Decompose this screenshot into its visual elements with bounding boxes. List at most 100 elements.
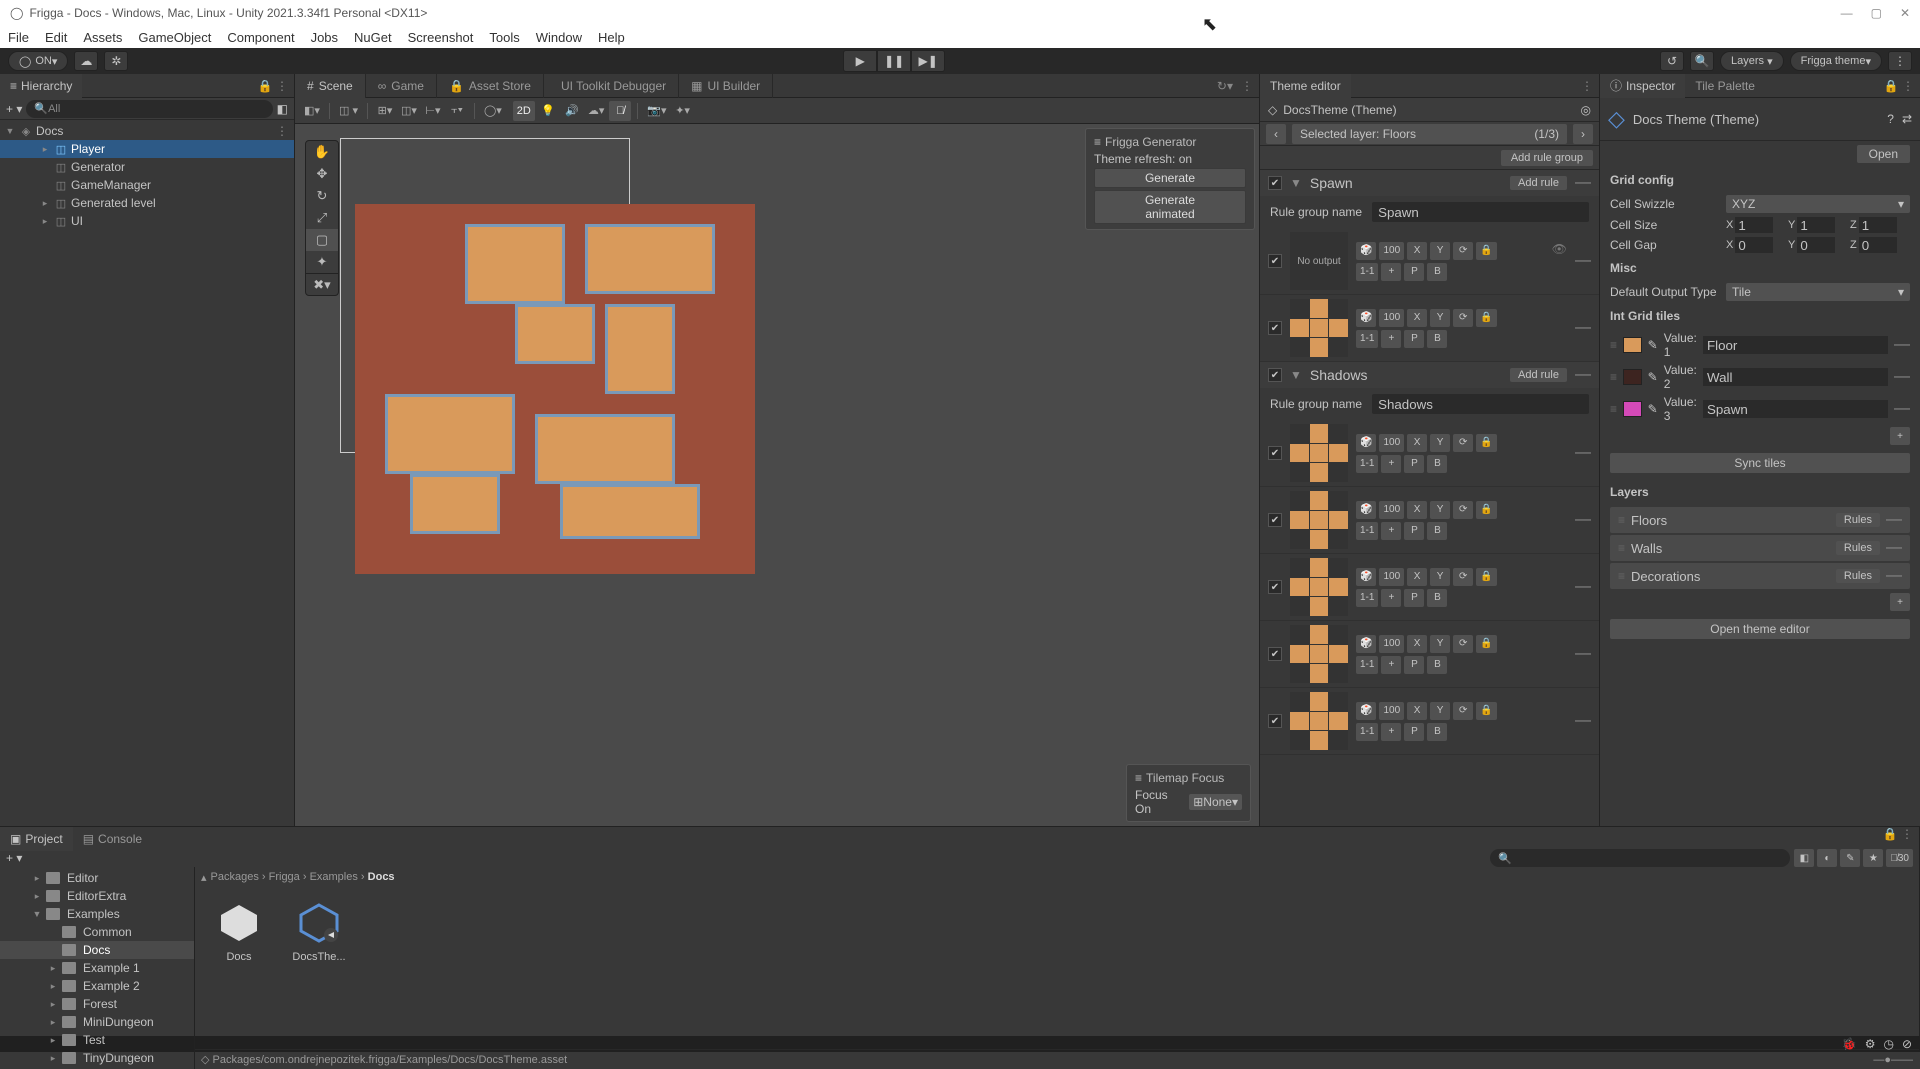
breadcrumb[interactable]: ▴ Packages › Frigga › Examples › Docs (195, 867, 1919, 887)
project-tree-item[interactable]: ▸Editor (0, 869, 194, 887)
rule-reload[interactable]: ⟳ (1453, 242, 1473, 260)
rule-dice-icon[interactable]: 🎲 (1356, 635, 1376, 653)
rule-p[interactable]: P (1404, 263, 1424, 281)
lock-icon[interactable]: 🔒 ⋮ (258, 79, 294, 93)
scene-tab-scene[interactable]: #Scene (295, 74, 366, 98)
output-type-dropdown[interactable]: Tile▾ (1726, 283, 1910, 301)
remove-rule-button[interactable]: — (1575, 712, 1591, 730)
remove-rule-button[interactable]: — (1575, 444, 1591, 462)
rule-x[interactable]: X (1407, 501, 1427, 519)
project-search[interactable]: 🔍 (1490, 849, 1790, 867)
rule-reload[interactable]: ⟳ (1453, 309, 1473, 327)
scene-hidden-icon[interactable]: 👁̸ (609, 101, 631, 121)
layer-row[interactable]: ≡WallsRules— (1610, 535, 1910, 561)
inspector-tab[interactable]: ⓘ Inspector (1600, 74, 1685, 98)
scene-tab-ui-toolkit-debugger[interactable]: UI Toolkit Debugger (544, 74, 679, 98)
help-icon[interactable]: ? (1887, 112, 1894, 126)
scene-viewport[interactable]: ✋ ✥ ↻ ⤢ ▢ ✦ ✖▾ ≡Frigga Generator Theme r… (295, 124, 1259, 826)
rule-dice-icon[interactable]: 🎲 (1356, 242, 1376, 260)
move-tool[interactable]: ✥ (306, 163, 338, 185)
project-tree-item[interactable]: ▸EditorExtra (0, 887, 194, 905)
scene-light-icon[interactable]: 💡 (537, 101, 559, 121)
rule-p[interactable]: P (1404, 330, 1424, 348)
play-button[interactable]: ▶ (843, 50, 877, 72)
rule-lock[interactable]: 🔒 (1476, 568, 1496, 586)
rule-y[interactable]: Y (1430, 501, 1450, 519)
rule-range[interactable]: 1-1 (1356, 455, 1378, 473)
rule-y[interactable]: Y (1430, 434, 1450, 452)
scene-fx-icon[interactable]: ☁▾ (585, 101, 608, 121)
rule-reload[interactable]: ⟳ (1453, 635, 1473, 653)
scene-tool-cube[interactable]: ◫ ▾ (336, 101, 361, 121)
remove-rule-button[interactable]: — (1575, 578, 1591, 596)
rule-pct[interactable]: 100 (1379, 242, 1404, 260)
group-enable-checkbox[interactable]: ✔ (1268, 368, 1282, 382)
hierarchy-tab[interactable]: ≡ Hierarchy (0, 74, 82, 98)
project-tree-item[interactable]: ▸Example 2 (0, 977, 194, 995)
remove-layer-button[interactable]: — (1886, 567, 1902, 585)
remove-tile-button[interactable]: — (1894, 336, 1910, 354)
hierarchy-search[interactable]: 🔍 All (26, 100, 272, 118)
scene-gizmo-icon[interactable]: ✦▾ (672, 101, 694, 121)
tile-name-input[interactable] (1703, 368, 1888, 386)
rule-enable-checkbox[interactable]: ✔ (1268, 446, 1282, 460)
scene-root[interactable]: ▼◈ Docs ⋮ (0, 122, 294, 140)
filter-icon-2[interactable]: ◐ (1817, 849, 1837, 867)
rule-lock[interactable]: 🔒 (1476, 635, 1496, 653)
rule-pct[interactable]: 100 (1379, 568, 1404, 586)
scene-audio-icon[interactable]: 🔊 (561, 101, 583, 121)
size-z[interactable] (1859, 217, 1897, 233)
project-tree-item[interactable]: ▸Forest (0, 995, 194, 1013)
rule-b[interactable]: B (1427, 263, 1447, 281)
rule-plus[interactable]: + (1381, 263, 1401, 281)
remove-rule-button[interactable]: — (1575, 319, 1591, 337)
menu-screenshot[interactable]: Screenshot (408, 30, 474, 45)
generate-animated-button[interactable]: Generate animated (1094, 190, 1246, 224)
project-tree-item[interactable]: ▸MiniDungeon (0, 1013, 194, 1031)
menu-gameobject[interactable]: GameObject (138, 30, 211, 45)
project-tree-item[interactable]: ▼Examples (0, 905, 194, 923)
filter-icon-3[interactable]: ✎ (1840, 849, 1860, 867)
step-button[interactable]: ▶❚ (911, 50, 945, 72)
tile-name-input[interactable] (1703, 400, 1888, 418)
menu-help[interactable]: Help (598, 30, 625, 45)
rule-range[interactable]: 1-1 (1356, 330, 1378, 348)
rule-plus[interactable]: + (1381, 589, 1401, 607)
remove-layer-button[interactable]: — (1886, 511, 1902, 529)
rule-enable-checkbox[interactable]: ✔ (1268, 580, 1282, 594)
filter-icon-4[interactable]: ★ (1863, 849, 1883, 867)
account-button[interactable]: ◯ ON ▾ (8, 51, 68, 71)
tile-name-input[interactable] (1703, 336, 1888, 354)
scene-tool-grid[interactable]: ⊞▾ (374, 101, 396, 121)
rule-x[interactable]: X (1407, 242, 1427, 260)
hierarchy-item[interactable]: ◫GameManager (0, 176, 294, 194)
rule-y[interactable]: Y (1430, 309, 1450, 327)
rule-plus[interactable]: + (1381, 455, 1401, 473)
selected-layer[interactable]: Selected layer: Floors (1/3) (1292, 124, 1567, 144)
eyedropper-icon[interactable]: ✎ (1648, 370, 1658, 384)
hierarchy-item[interactable]: ▸◫Generated level (0, 194, 294, 212)
size-x[interactable] (1735, 217, 1773, 233)
group-name-input[interactable] (1372, 394, 1589, 414)
project-tree-item[interactable]: ▸Example 1 (0, 959, 194, 977)
hierarchy-item[interactable]: ▸◫Player (0, 140, 294, 158)
rule-y[interactable]: Y (1430, 702, 1450, 720)
rule-lock[interactable]: 🔒 (1476, 309, 1496, 327)
scene-tab-asset-store[interactable]: 🔒Asset Store (437, 74, 544, 98)
gap-y[interactable] (1797, 237, 1835, 253)
rule-range[interactable]: 1-1 (1356, 723, 1378, 741)
tile-swatch[interactable] (1623, 401, 1642, 417)
hidden-count[interactable]: 👁̸ 30 (1886, 849, 1913, 867)
custom-tool[interactable]: ✖▾ (306, 273, 338, 295)
tile-swatch[interactable] (1623, 369, 1642, 385)
rule-dice-icon[interactable]: 🎲 (1356, 434, 1376, 452)
scene-tool-shaded[interactable]: ◧▾ (301, 101, 323, 121)
layers-dropdown[interactable]: Layers ▾ (1720, 51, 1784, 71)
close-button[interactable]: ✕ (1900, 6, 1910, 20)
rule-plus[interactable]: + (1381, 723, 1401, 741)
add-layer-button[interactable]: + (1890, 593, 1910, 611)
rule-b[interactable]: B (1427, 656, 1447, 674)
hierarchy-filter-icon[interactable]: ◧ (277, 102, 288, 116)
remove-tile-button[interactable]: — (1894, 368, 1910, 386)
menu-nuget[interactable]: NuGet (354, 30, 392, 45)
